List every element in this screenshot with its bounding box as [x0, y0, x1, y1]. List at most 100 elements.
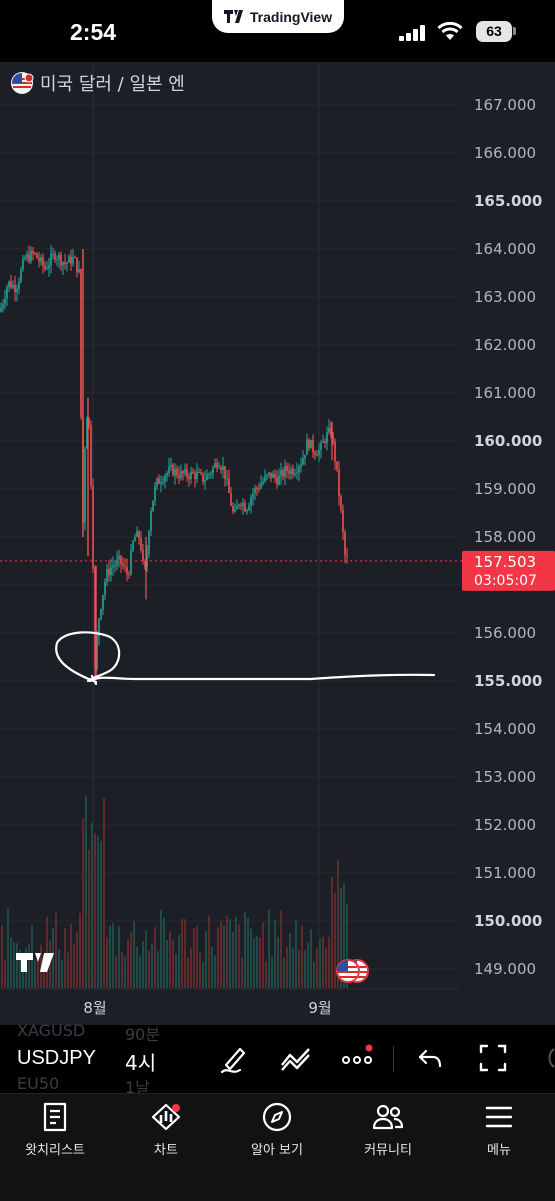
- volume-bar: [16, 943, 18, 988]
- volume-bar: [256, 936, 258, 988]
- volume-bar: [79, 913, 81, 988]
- price-axis-label: 150.000: [474, 912, 542, 930]
- chart-area[interactable]: 167.000 166.000 165.000 164.000 163.000 162.0…: [0, 62, 555, 1025]
- candle-body: [196, 472, 198, 479]
- volume-bar: [109, 925, 111, 988]
- tab-explore[interactable]: 알아 보기: [227, 1099, 327, 1158]
- volume-bar: [268, 909, 270, 988]
- volume-bar: [127, 939, 129, 988]
- volume-bar: [169, 931, 171, 988]
- tab-menu[interactable]: 메뉴: [449, 1099, 549, 1158]
- tab-watchlist[interactable]: 왓치리스트: [5, 1099, 105, 1158]
- volume-bar: [331, 876, 333, 988]
- volume-bar: [199, 952, 201, 988]
- candle-body: [48, 265, 50, 269]
- candle-body: [292, 468, 294, 475]
- volume-bar: [61, 959, 63, 988]
- battery-tip: [513, 27, 516, 35]
- price-axis-label: 152.000: [474, 816, 536, 834]
- candle-body: [6, 287, 8, 299]
- side-arrow-icon[interactable]: [544, 1041, 555, 1075]
- candle-body: [42, 257, 44, 266]
- candle-body: [34, 253, 36, 255]
- candle-body: [18, 281, 20, 289]
- volume-bar: [265, 961, 267, 988]
- volume-bar: [121, 951, 123, 988]
- symbol-title[interactable]: 미국 달러 / 일본 엔: [10, 70, 185, 96]
- candle-body: [322, 441, 324, 443]
- candle-body: [172, 465, 174, 476]
- candle-body: [244, 503, 246, 512]
- price-axis-label: 159.000: [474, 480, 536, 498]
- volume-bar: [238, 924, 240, 988]
- candle-body: [184, 469, 186, 474]
- candle-body: [130, 550, 132, 575]
- candle-body: [266, 474, 268, 477]
- candle-body: [2, 303, 4, 308]
- interval-selector[interactable]: 4시: [125, 1047, 156, 1076]
- volume-bar: [139, 956, 141, 988]
- tradingview-pill[interactable]: TradingView: [212, 0, 344, 33]
- cellular-signal-icon: [399, 25, 425, 41]
- volume-bar: [103, 798, 105, 988]
- time-axis-label: 9월: [308, 999, 331, 1017]
- ticker-selector[interactable]: USDJPY: [17, 1047, 96, 1070]
- candle-body: [142, 549, 144, 561]
- volume-bar: [253, 938, 255, 988]
- candle-body: [54, 253, 56, 260]
- more-icon[interactable]: [340, 1041, 376, 1075]
- volume-bar: [100, 840, 102, 988]
- candle-body: [110, 567, 112, 576]
- price-chart[interactable]: 167.000 166.000 165.000 164.000 163.000 162.0…: [0, 62, 555, 1025]
- symbol-title-text: 미국 달러 / 일본 엔: [40, 74, 185, 95]
- price-axis-label: 166.000: [474, 144, 536, 162]
- volume-bar: [64, 927, 66, 988]
- candle-body: [160, 482, 162, 484]
- candle-body: [274, 473, 276, 478]
- candle-body: [236, 506, 238, 510]
- candle-body: [296, 472, 298, 474]
- candle-body: [284, 466, 286, 477]
- volume-bar: [259, 937, 261, 988]
- candle-body: [80, 269, 82, 418]
- tradingview-logo-icon: [223, 10, 243, 23]
- candle-body: [44, 265, 46, 269]
- candle-body: [286, 466, 288, 471]
- candle-body: [270, 472, 272, 478]
- candle-body: [258, 488, 260, 490]
- battery-indicator: 63: [476, 21, 512, 42]
- tab-chart[interactable]: 차트: [116, 1099, 216, 1158]
- candle-body: [308, 439, 310, 449]
- volume-bar: [289, 933, 291, 988]
- undo-icon[interactable]: [417, 1041, 445, 1075]
- price-axis-label: 151.000: [474, 864, 536, 882]
- fullscreen-icon[interactable]: [478, 1041, 508, 1075]
- volume-bar: [85, 795, 87, 988]
- candle-body: [310, 439, 312, 449]
- candle-body: [64, 262, 66, 264]
- candle-body: [102, 595, 104, 610]
- candle-body: [246, 510, 248, 512]
- toolbar-divider: [393, 1046, 394, 1072]
- volume-bar: [175, 953, 177, 988]
- candle-body: [8, 281, 10, 288]
- volume-bar: [145, 930, 147, 988]
- volume-bar: [178, 934, 180, 988]
- candle-body: [228, 478, 230, 493]
- tab-community[interactable]: 커뮤니티: [338, 1099, 438, 1158]
- draw-icon[interactable]: [218, 1041, 250, 1075]
- candle-body: [200, 472, 202, 474]
- volume-bar: [154, 926, 156, 988]
- candle-body: [128, 574, 130, 576]
- candle-body: [70, 256, 72, 265]
- candle-body: [76, 257, 78, 273]
- candle-body: [222, 466, 224, 470]
- candle-body: [180, 471, 182, 479]
- candle-body: [230, 492, 232, 506]
- candle-body: [176, 468, 178, 476]
- volume-bar: [220, 920, 222, 988]
- patterns-icon[interactable]: [279, 1041, 313, 1075]
- price-axis-label: 164.000: [474, 240, 536, 258]
- countdown-timer: 03:05:07: [474, 573, 537, 589]
- price-axis-label: 160.000: [474, 432, 542, 450]
